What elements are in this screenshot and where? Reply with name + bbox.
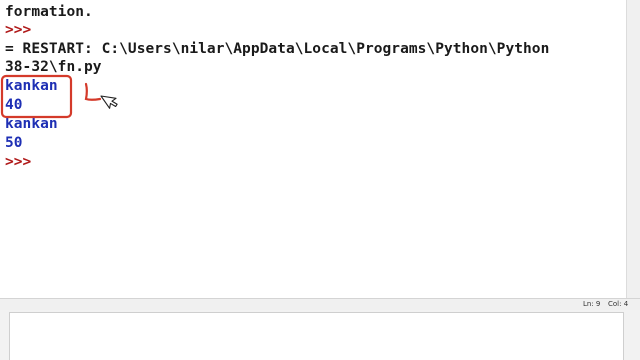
shell-prompt-1: >>> bbox=[5, 22, 32, 38]
output-line-50: 50 bbox=[5, 135, 23, 151]
output-line-kankan-2: kankan bbox=[5, 116, 58, 132]
status-bar: Ln: 9 Col: 4 bbox=[0, 298, 640, 310]
column-number: Col: 4 bbox=[608, 300, 629, 308]
shell-line-1: formation. bbox=[5, 4, 93, 20]
python-shell-output[interactable]: formation. >>> = RESTART: C:\Users\nilar… bbox=[0, 0, 626, 298]
lower-window-area bbox=[0, 310, 640, 360]
line-number: Ln: 9 bbox=[583, 300, 601, 308]
restart-line: = RESTART: C:\Users\nilar\AppData\Local\… bbox=[5, 41, 550, 57]
output-line-kankan-1: kankan bbox=[5, 78, 58, 94]
vertical-scrollbar[interactable] bbox=[626, 0, 640, 298]
restart-line-continued: 38-32\fn.py bbox=[5, 59, 102, 75]
output-line-40: 40 bbox=[5, 97, 23, 113]
editor-window-background bbox=[9, 312, 624, 360]
shell-prompt-2: >>> bbox=[5, 154, 32, 170]
